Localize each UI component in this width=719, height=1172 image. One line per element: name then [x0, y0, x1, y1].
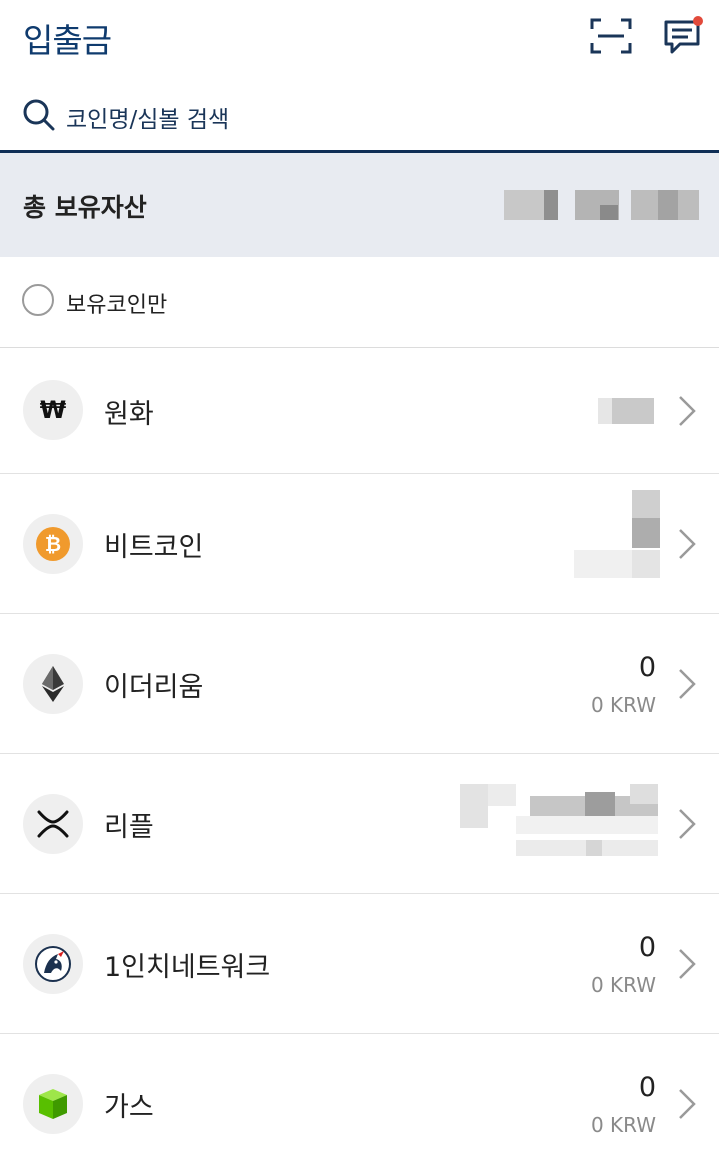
header: 입출금 — [0, 0, 719, 78]
gas-icon — [23, 1074, 83, 1134]
ethereum-icon — [23, 654, 83, 714]
holdings-only-radio[interactable] — [22, 284, 54, 316]
coin-name: 비트코인 — [104, 532, 204, 563]
list-item[interactable]: 가스 0 0 KRW — [0, 1034, 719, 1172]
chevron-right-icon — [679, 1089, 696, 1119]
coin-name: 1인치네트워크 — [104, 952, 271, 983]
coin-krw-value: 0 KRW — [590, 1113, 656, 1137]
1inch-icon — [23, 934, 83, 994]
total-assets-label: 총 보유자산 — [23, 193, 147, 222]
coin-amount: 0 — [638, 1072, 656, 1103]
coin-amount: 0 — [638, 932, 656, 963]
chevron-right-icon — [679, 529, 696, 559]
list-item[interactable]: 1인치네트워크 0 0 KRW — [0, 894, 719, 1034]
search-icon — [22, 98, 56, 132]
list-item[interactable]: ₿ 비트코인 — [0, 474, 719, 614]
qr-scan-icon[interactable] — [590, 18, 632, 54]
coin-name: 가스 — [104, 1092, 154, 1123]
list-item[interactable]: 리플 — [0, 754, 719, 894]
coin-amount: 0 — [638, 652, 656, 683]
chevron-right-icon — [679, 809, 696, 839]
chat-notification-icon[interactable] — [660, 14, 706, 58]
chevron-right-icon — [679, 396, 696, 426]
chevron-right-icon — [679, 949, 696, 979]
coin-name: 리플 — [104, 812, 154, 843]
coin-name: 이더리움 — [104, 672, 204, 703]
bitcoin-icon: ₿ — [23, 514, 83, 574]
won-icon: ₩ — [23, 380, 83, 440]
coin-krw-value: 0 KRW — [590, 693, 656, 717]
chevron-right-icon — [679, 669, 696, 699]
holdings-only-filter[interactable]: 보유코인만 — [0, 257, 719, 348]
ripple-icon — [23, 794, 83, 854]
search-bar[interactable]: 코인명/심볼 검색 — [0, 78, 719, 153]
page-title: 입출금 — [23, 21, 112, 60]
total-assets-section: 총 보유자산 — [0, 153, 719, 257]
coin-name: 원화 — [104, 399, 154, 430]
list-item[interactable]: 이더리움 0 0 KRW — [0, 614, 719, 754]
holdings-only-label: 보유코인만 — [66, 293, 168, 318]
search-input[interactable]: 코인명/심볼 검색 — [66, 100, 229, 134]
coin-krw-value: 0 KRW — [590, 973, 656, 997]
list-item[interactable]: ₩ 원화 — [0, 348, 719, 474]
svg-text:₿: ₿ — [45, 532, 61, 556]
